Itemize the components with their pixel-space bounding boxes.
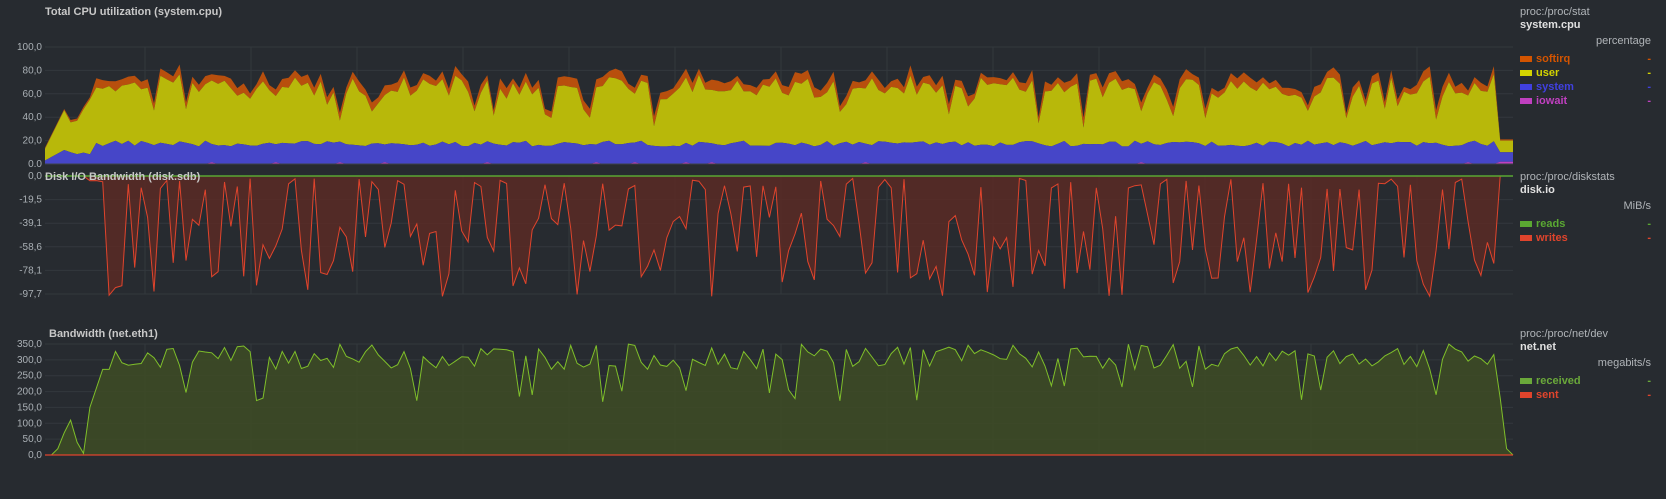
- legend-chart-id: system.cpu: [1520, 19, 1581, 31]
- legend-chart-id: net.net: [1520, 341, 1557, 353]
- y-tick-label: 50,0: [23, 434, 43, 445]
- legend-units: percentage: [1595, 35, 1651, 47]
- y-tick-label: 0,0: [28, 450, 42, 461]
- y-tick-label: -78,1: [19, 265, 42, 276]
- y-tick-label: 200,0: [17, 387, 42, 398]
- legend-dimensions: reads - writes -: [1520, 217, 1651, 245]
- legend-swatch: [1520, 221, 1532, 227]
- legend-dimension-name: sent: [1536, 389, 1559, 401]
- chart-title: Total CPU utilization (system.cpu): [45, 6, 223, 18]
- legend-swatch: [1520, 98, 1532, 104]
- y-tick-label: 100,0: [17, 418, 42, 429]
- legend-context: proc:/proc/diskstats: [1520, 171, 1615, 183]
- legend-units: megabits/s: [1597, 357, 1651, 369]
- y-tick-label: 300,0: [17, 355, 42, 366]
- legend-units: MiB/s: [1623, 200, 1652, 212]
- y-tick-label: 40,0: [23, 112, 43, 123]
- legend-context: proc:/proc/stat: [1520, 6, 1590, 18]
- y-tick-label: -39,1: [19, 218, 42, 229]
- net-chart-plot[interactable]: 350,0 300,0 250,0 200,0 150,0 100,0 50,0 0,0: [0, 322, 1520, 499]
- y-tick-label: 60,0: [23, 89, 43, 100]
- legend-swatch: [1520, 70, 1532, 76]
- legend-dimension-value: -: [1647, 53, 1651, 65]
- net-legend: proc:/proc/net/dev net.net megabits/s re…: [1520, 328, 1651, 402]
- legend-dimension-value: -: [1647, 81, 1651, 93]
- legend-chart-id: disk.io: [1520, 184, 1555, 196]
- y-tick-label: -97,7: [19, 289, 42, 300]
- y-tick-label: -19,5: [19, 195, 42, 206]
- legend-dimension-user[interactable]: user -: [1520, 66, 1651, 80]
- legend-swatch: [1520, 392, 1532, 398]
- legend-dimension-name: user: [1536, 67, 1560, 79]
- y-tick-label: 100,0: [17, 42, 42, 53]
- legend-context: proc:/proc/net/dev: [1520, 328, 1609, 340]
- legend-dimension-value: -: [1647, 218, 1651, 230]
- y-tick-label: 20,0: [23, 136, 43, 147]
- received-area: [45, 344, 1513, 455]
- chart-title: Bandwidth (net.eth1): [49, 328, 158, 340]
- legend-swatch: [1520, 56, 1532, 62]
- legend-swatch: [1520, 378, 1532, 384]
- legend-dimension-iowait[interactable]: iowait -: [1520, 94, 1651, 108]
- legend-dimension-name: reads: [1536, 218, 1566, 230]
- cpu-chart-plot[interactable]: 100,0 80,0 60,0 40,0 20,0 0,0: [0, 0, 1520, 167]
- disk-chart-plot[interactable]: 0,0 -19,5 -39,1 -58,6 -78,1 -97,7: [0, 167, 1520, 317]
- y-tick-label: 80,0: [23, 65, 43, 76]
- legend-dimension-name: system: [1536, 81, 1574, 93]
- disk-legend: proc:/proc/diskstats disk.io MiB/s reads…: [1520, 171, 1651, 245]
- legend-dimension-value: -: [1647, 232, 1651, 244]
- legend-dimension-value: -: [1647, 375, 1651, 387]
- y-tick-label: 250,0: [17, 371, 42, 382]
- disk-chart-panel[interactable]: 0,0 -19,5 -39,1 -58,6 -78,1 -97,7 Disk I/O Ba…: [0, 167, 1666, 317]
- legend-dimension-system[interactable]: system -: [1520, 80, 1651, 94]
- y-tick-label: 150,0: [17, 402, 42, 413]
- legend-dimension-received[interactable]: received -: [1520, 374, 1651, 388]
- chart-title: Disk I/O Bandwidth (disk.sdb): [45, 171, 201, 183]
- y-tick-label: -58,6: [19, 242, 42, 253]
- legend-dimensions: softirq - user - system - iowait -: [1520, 52, 1651, 108]
- legend-dimension-value: -: [1647, 67, 1651, 79]
- legend-dimension-name: iowait: [1536, 95, 1568, 107]
- system-area: [45, 140, 1513, 164]
- legend-dimension-sent[interactable]: sent -: [1520, 388, 1651, 402]
- legend-dimensions: received - sent -: [1520, 374, 1651, 402]
- y-tick-label: 350,0: [17, 339, 42, 350]
- y-tick-label: 0,0: [28, 159, 42, 167]
- cpu-chart-panel[interactable]: 100,0 80,0 60,0 40,0 20,0 0,0 Total CPU utili…: [0, 0, 1666, 167]
- legend-dimension-name: writes: [1536, 232, 1568, 244]
- legend-swatch: [1520, 84, 1532, 90]
- legend-swatch: [1520, 235, 1532, 241]
- legend-dimension-name: softirq: [1536, 53, 1571, 65]
- y-tick-label: 0,0: [28, 171, 42, 182]
- legend-dimension-softirq[interactable]: softirq -: [1520, 52, 1651, 66]
- legend-dimension-name: received: [1536, 375, 1581, 387]
- legend-dimension-value: -: [1647, 95, 1651, 107]
- legend-dimension-writes[interactable]: writes -: [1520, 231, 1651, 245]
- cpu-legend: proc:/proc/stat system.cpu percentage so…: [1520, 6, 1651, 108]
- legend-dimension-value: -: [1647, 389, 1651, 401]
- legend-dimension-reads[interactable]: reads -: [1520, 217, 1651, 231]
- net-chart-panel[interactable]: 350,0 300,0 250,0 200,0 150,0 100,0 50,0 0,0 Ba…: [0, 322, 1666, 499]
